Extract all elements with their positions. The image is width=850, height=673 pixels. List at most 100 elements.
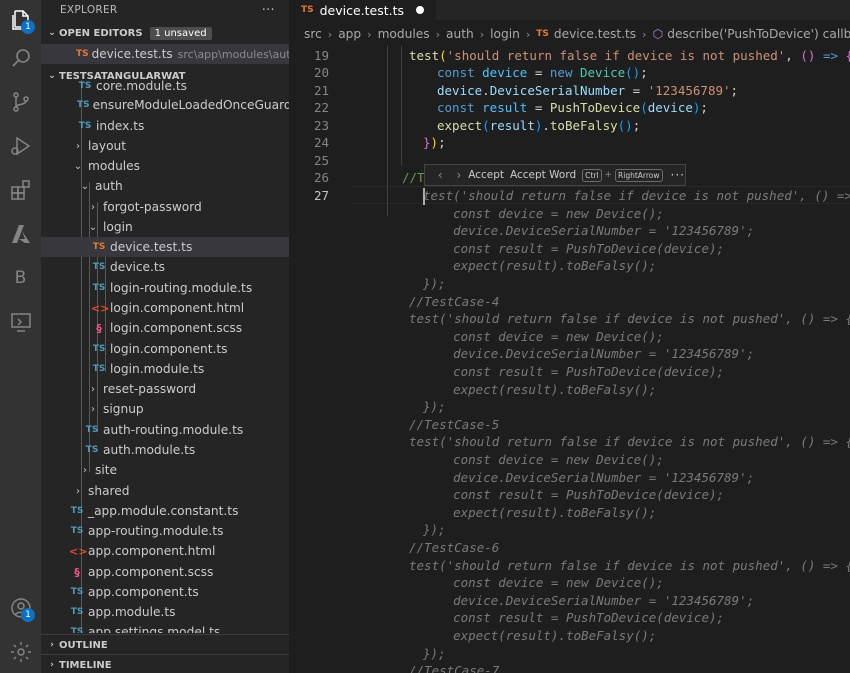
breadcrumb-item[interactable]: login — [490, 27, 520, 41]
keybinding-rightarrow: RightArrow — [615, 168, 663, 182]
accept-button[interactable]: Accept — [468, 169, 504, 181]
remote-explorer-icon[interactable] — [0, 302, 41, 342]
tab-device-test[interactable]: TS device.test.ts — [289, 0, 438, 20]
accept-word-button[interactable]: Accept Word — [510, 169, 576, 181]
tree-file-label: app.component.html — [88, 544, 216, 558]
chevron-right-icon: › — [91, 201, 95, 213]
tree-folder-label: auth — [95, 179, 123, 193]
tree-folder[interactable]: › signup — [41, 399, 289, 419]
search-icon[interactable] — [0, 38, 41, 78]
ghost-suggestion-line: const result = PushToDevice(device); — [423, 364, 725, 379]
tree-file-label: core.module.ts — [96, 80, 187, 93]
ghost-suggestion-line: expect(result).toBeFalsy(); — [423, 258, 657, 274]
tree-file-label: app.module.ts — [88, 605, 176, 619]
tree-folder[interactable]: ⌄ login — [41, 217, 289, 237]
open-editor-path: src\app\modules\auth... — [177, 47, 289, 61]
ghost-suggestion-line: device.DeviceSerialNumber = '123456789'; — [423, 469, 755, 485]
previous-suggestion-button[interactable]: ‹ — [431, 168, 450, 182]
keybinding-plus: + — [604, 170, 613, 180]
tree-file[interactable]: TS app.component.ts — [41, 582, 289, 602]
tab-label: device.test.ts — [319, 2, 405, 18]
tree-file[interactable]: TS app.settings.model.ts — [41, 622, 289, 633]
open-editor-filename: device.test.ts — [91, 47, 173, 61]
ghost-suggestion-line: const result = PushToDevice(device); — [423, 610, 725, 626]
ghost-suggestion-line: expect(result).toBeFalsy(); — [423, 381, 657, 397]
chevron-right-icon: › — [83, 464, 87, 476]
chevron-right-icon: › — [435, 27, 440, 41]
chevron-right-icon: › — [76, 140, 80, 152]
timeline-section[interactable]: › TIMELINE — [41, 654, 289, 673]
tree-file[interactable]: TS app.module.ts — [41, 602, 289, 622]
tree-file-label: login.module.ts — [110, 362, 205, 376]
breadcrumb-symbol[interactable]: describe('PushToDevice') callback — [667, 27, 850, 41]
tree-file[interactable]: TS index.ts — [41, 116, 289, 136]
extensions-icon[interactable] — [0, 170, 41, 210]
tree-folder[interactable]: › site — [41, 460, 289, 480]
typescript-icon: TS — [301, 5, 314, 15]
tree-file[interactable]: § login.component.scss — [41, 318, 289, 338]
typescript-icon: TS — [78, 121, 92, 131]
tree-folder[interactable]: ⌄ auth — [41, 176, 289, 196]
tree-file[interactable]: TS login-routing.module.ts — [41, 278, 289, 298]
line-number: 23 — [313, 118, 329, 133]
b-extension-icon[interactable]: B — [0, 258, 41, 298]
unsaved-dot-icon[interactable] — [416, 6, 425, 14]
chevron-right-icon: › — [327, 27, 333, 41]
html-icon: <> — [91, 301, 110, 315]
open-editors-title: OPEN EDITORS — [59, 27, 143, 39]
unsaved-badge: 1 unsaved — [149, 26, 212, 40]
tree-file[interactable]: TS auth.module.ts — [41, 440, 289, 460]
next-suggestion-button[interactable]: › — [450, 168, 469, 182]
tree-folder[interactable]: › shared — [41, 481, 289, 501]
tree-file[interactable]: TS device.ts — [41, 257, 289, 277]
breadcrumb-file[interactable]: device.test.ts — [554, 27, 636, 41]
tree-file-label: device.ts — [110, 260, 166, 274]
line-number: 22 — [313, 100, 329, 115]
tree-file[interactable]: § app.component.scss — [41, 562, 289, 582]
files-icon[interactable]: 1 — [0, 0, 41, 40]
tree-file[interactable]: TS _app.module.constant.ts — [41, 501, 289, 521]
chevron-right-icon: › — [642, 27, 647, 41]
ghost-suggestion-line: test('should return false if device is n… — [409, 311, 850, 327]
azure-icon[interactable] — [0, 214, 41, 254]
more-actions-icon[interactable]: ··· — [262, 3, 275, 18]
open-editors-header[interactable]: ⌄ OPEN EDITORS 1 unsaved — [41, 22, 289, 44]
tree-folder[interactable]: › forgot-password — [41, 197, 289, 217]
ghost-suggestion-line: }); — [423, 399, 446, 415]
typescript-icon: TS — [92, 344, 106, 354]
ghost-suggestion-line: }); — [423, 645, 446, 661]
source-control-icon[interactable] — [0, 82, 41, 122]
code-editor[interactable]: 19 20 21 22 23 24 25 26 27 test('should … — [289, 46, 850, 673]
tree-file[interactable]: TS auth-routing.module.ts — [41, 420, 289, 440]
tree-file[interactable]: TS app-routing.module.ts — [41, 521, 289, 541]
settings-gear-icon[interactable] — [0, 632, 41, 672]
breadcrumb-item[interactable]: auth — [446, 27, 474, 41]
breadcrumb-item[interactable]: app — [338, 27, 361, 41]
tree-file[interactable]: TS login.component.ts — [41, 339, 289, 359]
open-editor-item[interactable]: TS device.test.ts src\app\modules\auth..… — [41, 44, 289, 64]
ghost-suggestion-line: expect(result).toBeFalsy(); — [423, 628, 657, 643]
ghost-suggestion-line: device.DeviceSerialNumber = '123456789'; — [423, 592, 755, 608]
outline-section[interactable]: › OUTLINE — [41, 634, 289, 654]
more-actions-icon[interactable]: ··· — [671, 168, 685, 182]
ghost-suggestion-line: const device = new Device(); — [423, 328, 664, 344]
run-debug-icon[interactable] — [0, 126, 41, 166]
accounts-icon[interactable]: 1 — [0, 588, 41, 628]
tree-file[interactable]: TS core.module.ts — [41, 80, 289, 96]
code-line: }); — [423, 135, 446, 150]
tab-bar: TS device.test.ts — [289, 0, 850, 20]
tree-file[interactable]: <> login.component.html — [41, 298, 289, 318]
tree-folder[interactable]: ⌄ modules — [41, 156, 289, 176]
tree-file[interactable]: <> app.component.html — [41, 541, 289, 561]
breadcrumb-item[interactable]: modules — [378, 27, 430, 41]
tree-file-selected[interactable]: TS device.test.ts — [41, 237, 289, 257]
tree-file-label: app.component.scss — [88, 565, 214, 579]
breadcrumb-item[interactable]: src — [304, 27, 322, 41]
typescript-icon: TS — [78, 81, 92, 91]
tree-file[interactable]: TS login.module.ts — [41, 359, 289, 379]
tree-folder[interactable]: › layout — [41, 136, 289, 156]
tree-folder[interactable]: › reset-password — [41, 379, 289, 399]
typescript-icon: TS — [92, 242, 106, 252]
code-line: expect(result).toBeFalsy(); — [437, 118, 641, 133]
tree-file[interactable]: TS ensureModuleLoadedOnceGuard.ts — [41, 95, 289, 115]
